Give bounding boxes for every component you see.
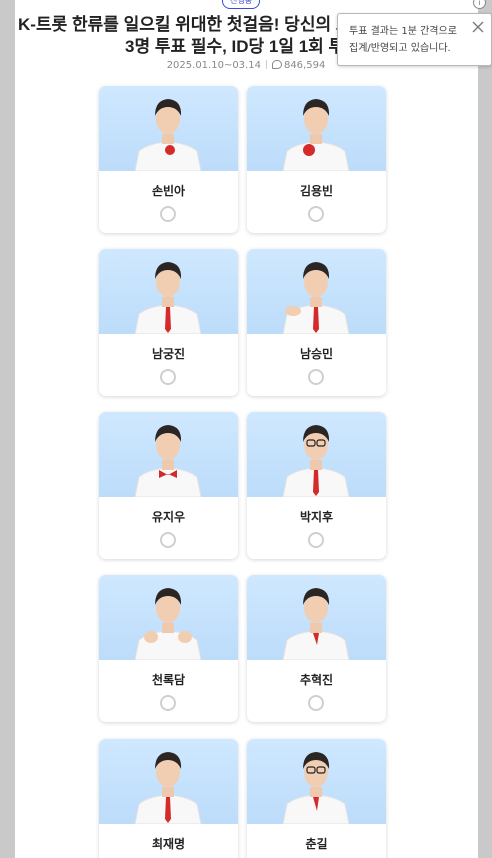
candidate-photo (99, 412, 238, 497)
candidate-name: 최재명 (151, 837, 186, 851)
candidate-name: 남궁진 (151, 347, 186, 361)
candidate-card[interactable]: 김용빈 (247, 86, 386, 233)
candidate-card[interactable]: 남궁진 (99, 249, 238, 396)
candidate-photo (99, 575, 238, 660)
candidate-name: 유지우 (151, 510, 186, 524)
comment-icon (271, 60, 282, 69)
vote-radio[interactable] (160, 206, 176, 222)
candidate-card[interactable]: 유지우 (99, 412, 238, 559)
candidate-name: 춘길 (305, 837, 328, 851)
candidate-photo (247, 86, 386, 171)
vote-panel: 손빈아 김용빈 남궁진 남승민 유지우 박지후 천록담 추혁진 최재명 춘길 (15, 0, 478, 858)
candidate-name: 박지후 (299, 510, 334, 524)
meta-divider (265, 60, 267, 69)
close-icon[interactable] (471, 20, 485, 34)
candidate-name: 김용빈 (299, 184, 334, 198)
candidate-photo (247, 575, 386, 660)
tooltip-line-2: 집계/반영되고 있습니다. (349, 43, 451, 54)
candidate-photo (99, 739, 238, 824)
candidate-card[interactable]: 추혁진 (247, 575, 386, 722)
candidate-name: 남승민 (299, 347, 334, 361)
candidate-photo (247, 412, 386, 497)
candidate-name: 추혁진 (299, 673, 334, 687)
vote-radio[interactable] (308, 369, 324, 385)
candidate-photo (99, 86, 238, 171)
candidate-card[interactable]: 박지후 (247, 412, 386, 559)
vote-radio[interactable] (160, 532, 176, 548)
vote-radio[interactable] (160, 369, 176, 385)
vote-period: 2025.01.10~03.14 (166, 60, 261, 71)
candidate-card[interactable]: 남승민 (247, 249, 386, 396)
candidate-card[interactable]: 최재명 (99, 739, 238, 858)
candidate-name: 손빈아 (151, 184, 186, 198)
comment-count: 846,594 (283, 60, 326, 71)
vote-radio[interactable] (160, 695, 176, 711)
vote-radio[interactable] (308, 532, 324, 548)
candidate-card[interactable]: 춘길 (247, 739, 386, 858)
vote-result-tooltip: 투표 결과는 1분 간격으로 집계/반영되고 있습니다. (337, 13, 492, 66)
candidate-photo (99, 249, 238, 334)
candidate-card[interactable]: 손빈아 (99, 86, 238, 233)
candidate-card[interactable]: 천록담 (99, 575, 238, 722)
vote-radio[interactable] (308, 206, 324, 222)
info-icon[interactable]: i (473, 0, 486, 9)
vote-radio[interactable] (308, 695, 324, 711)
candidate-name: 천록담 (151, 673, 186, 687)
candidate-photo (247, 249, 386, 334)
tooltip-line-1: 투표 결과는 1분 간격으로 (349, 26, 457, 37)
candidate-photo (247, 739, 386, 824)
status-badge: 진행중 (222, 0, 261, 9)
